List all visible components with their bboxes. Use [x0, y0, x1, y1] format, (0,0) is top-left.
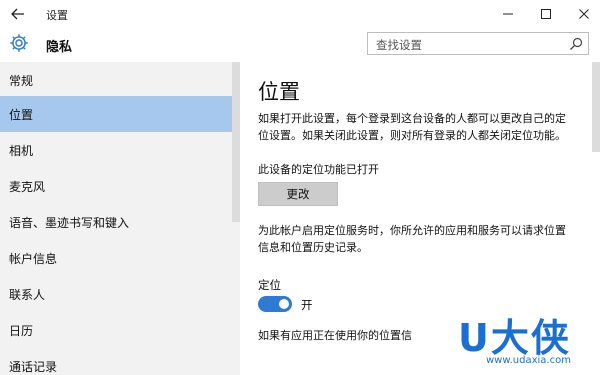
content-scrollbar[interactable]	[592, 62, 600, 152]
search-icon[interactable]	[568, 36, 584, 52]
watermark-logo: U大侠 www.udaxia.com	[458, 305, 600, 375]
maximize-icon	[541, 9, 551, 19]
search-input[interactable]: 查找设置	[367, 32, 589, 55]
sidebar-item-contacts[interactable]: 联系人	[0, 276, 232, 312]
sidebar-item-account-info[interactable]: 帐户信息	[0, 240, 232, 276]
sidebar-item-speech-inking-typing[interactable]: 语音、墨迹书写和键入	[0, 204, 232, 240]
intro-line-1: 如果打开此设置，每个登录到这台设备的人都可以更改自己的定	[258, 112, 566, 125]
sidebar-item-microphone[interactable]: 麦克风	[0, 168, 232, 204]
section-title: 位置	[258, 80, 300, 104]
gear-icon	[10, 34, 28, 52]
close-button[interactable]	[564, 0, 600, 28]
close-icon	[579, 9, 589, 19]
search-placeholder: 查找设置	[376, 38, 422, 52]
service-line-2: 信息和位置历史记录。	[258, 241, 368, 254]
page-title: 隐私	[46, 40, 73, 55]
location-toggle-state: 开	[301, 298, 313, 312]
apps-using-location-text: 如果有应用正在使用你的位置信	[258, 329, 412, 342]
sidebar-item-camera[interactable]: 相机	[0, 132, 232, 168]
minimize-button[interactable]	[488, 0, 528, 28]
location-label: 定位	[258, 278, 281, 292]
maximize-button[interactable]	[526, 0, 566, 28]
watermark-brand: U大侠	[458, 316, 571, 360]
back-button[interactable]	[8, 4, 28, 24]
sidebar-item-general[interactable]: 常规	[0, 62, 232, 98]
sidebar-item-calendar[interactable]: 日历	[0, 312, 232, 348]
service-line-1: 为此帐户启用定位服务时，你所允许的应用和服务可以请求位置	[258, 224, 566, 237]
sidebar-item-call-history[interactable]: 通话记录	[0, 348, 232, 375]
page-header: 隐私 查找设置	[0, 28, 600, 62]
window-title: 设置	[46, 9, 68, 22]
device-location-status: 此设备的定位功能已打开	[258, 163, 379, 176]
change-button[interactable]: 更改	[258, 182, 338, 206]
back-arrow-icon	[11, 8, 24, 20]
watermark-url: www.udaxia.com	[486, 355, 571, 366]
minimize-icon	[503, 13, 513, 15]
sidebar: 常规 位置 相机 麦克风 语音、墨迹书写和键入 帐户信息 联系人 日历 通话记录	[0, 62, 240, 375]
sidebar-item-location[interactable]: 位置	[0, 96, 232, 132]
location-toggle[interactable]	[258, 296, 292, 312]
sidebar-scrollbar[interactable]	[232, 62, 240, 222]
intro-line-2: 位设置。如果关闭此设置，则对所有登录的人都关闭定位功能。	[258, 129, 566, 142]
toggle-knob	[279, 299, 289, 309]
title-bar: 设置	[0, 0, 600, 28]
